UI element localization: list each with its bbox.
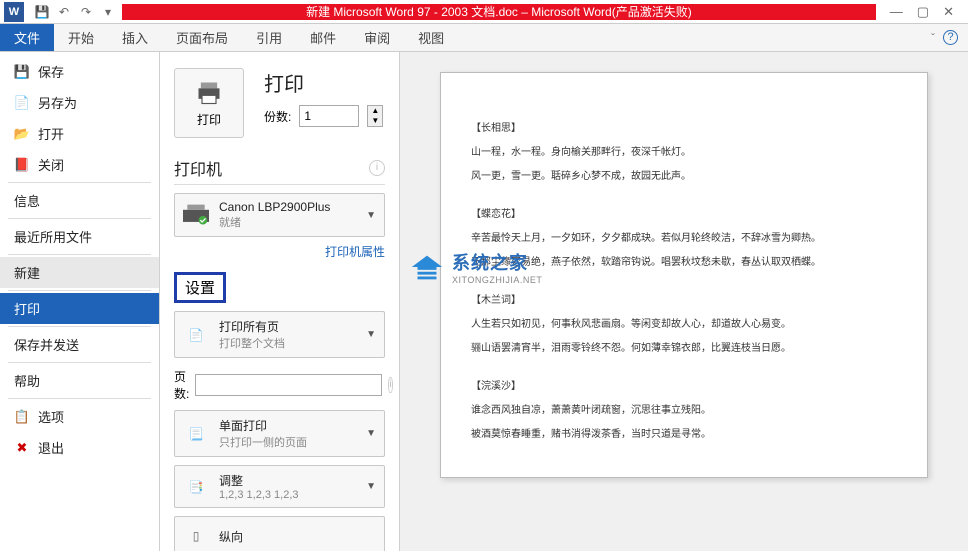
printer-icon — [195, 79, 223, 107]
tab-mailings[interactable]: 邮件 — [296, 24, 350, 51]
minimize-button[interactable]: — — [890, 4, 903, 20]
printer-section-title: 打印机i — [174, 156, 385, 180]
tab-references[interactable]: 引用 — [242, 24, 296, 51]
sidebar-close[interactable]: 📕关闭 — [0, 149, 159, 180]
printer-properties-link[interactable]: 打印机属性 — [174, 243, 385, 260]
sidebar-help[interactable]: 帮助 — [0, 365, 159, 396]
sidebar-exit[interactable]: ✖退出 — [0, 432, 159, 463]
pages-label: 页数: — [174, 368, 189, 402]
printer-status: 就绪 — [219, 214, 356, 230]
print-range-dropdown[interactable]: 📄 打印所有页 打印整个文档 ▼ — [174, 311, 385, 358]
sidebar-print[interactable]: 打印 — [0, 293, 159, 324]
tab-file[interactable]: 文件 — [0, 24, 54, 51]
window-title: 新建 Microsoft Word 97 - 2003 文档.doc – Mic… — [122, 4, 876, 20]
sidebar-save[interactable]: 💾保存 — [0, 56, 159, 87]
help-icon[interactable]: ? — [943, 30, 958, 45]
maximize-button[interactable]: ▢ — [917, 4, 929, 20]
collate-dropdown[interactable]: 📑 调整 1,2,3 1,2,3 1,2,3 ▼ — [174, 465, 385, 508]
qat-more-icon[interactable]: ▾ — [100, 4, 116, 20]
collate-icon: 📑 — [183, 474, 209, 500]
info-icon[interactable]: i — [369, 160, 385, 176]
ribbon-minimize-icon[interactable]: ˇ — [931, 31, 935, 45]
settings-section-title: 设置 — [174, 272, 226, 303]
printer-name: Canon LBP2900Plus — [219, 200, 356, 214]
one-side-icon: 📃 — [183, 421, 209, 447]
info-icon[interactable]: i — [388, 377, 392, 393]
print-preview: 【长相思】 山一程，水一程。身向榆关那畔行，夜深千帐灯。 风一更，雪一更。聒碎乡… — [400, 52, 968, 551]
tab-view[interactable]: 视图 — [404, 24, 458, 51]
pages-input[interactable] — [195, 374, 382, 396]
redo-icon[interactable]: ↷ — [78, 4, 94, 20]
save-icon[interactable]: 💾 — [34, 4, 50, 20]
quick-access-toolbar: 💾 ↶ ↷ ▾ — [28, 4, 122, 20]
pages-icon: 📄 — [183, 322, 209, 348]
sidebar-new[interactable]: 新建 — [0, 257, 159, 288]
print-button[interactable]: 打印 — [174, 68, 244, 138]
ribbon-tabs: 文件 开始 插入 页面布局 引用 邮件 审阅 视图 ˇ ? — [0, 24, 968, 52]
copies-input[interactable] — [299, 105, 359, 127]
orientation-dropdown[interactable]: ▯ 纵向 — [174, 516, 385, 551]
word-app-icon: W — [4, 2, 24, 22]
copies-label: 份数: — [264, 108, 291, 125]
chevron-down-icon: ▼ — [366, 329, 376, 340]
title-bar: W 💾 ↶ ↷ ▾ 新建 Microsoft Word 97 - 2003 文档… — [0, 0, 968, 24]
close-button[interactable]: ✕ — [943, 4, 954, 20]
sidebar-recent[interactable]: 最近所用文件 — [0, 221, 159, 252]
tab-layout[interactable]: 页面布局 — [162, 24, 242, 51]
folder-open-icon: 📂 — [14, 126, 30, 142]
print-settings-panel: 打印 打印 份数: ▲▼ 打印机i Canon LBP2900Plus 就绪 ▼ — [160, 52, 400, 551]
sidebar-open[interactable]: 📂打开 — [0, 118, 159, 149]
backstage-sidebar: 💾保存 📄另存为 📂打开 📕关闭 信息 最近所用文件 新建 打印 保存并发送 帮… — [0, 52, 160, 551]
sidebar-send[interactable]: 保存并发送 — [0, 329, 159, 360]
save-as-icon: 📄 — [14, 95, 30, 111]
portrait-icon: ▯ — [183, 523, 209, 549]
print-button-label: 打印 — [197, 111, 221, 128]
close-doc-icon: 📕 — [14, 157, 30, 173]
undo-icon[interactable]: ↶ — [56, 4, 72, 20]
printer-dropdown[interactable]: Canon LBP2900Plus 就绪 ▼ — [174, 193, 385, 237]
copies-spinner[interactable]: ▲▼ — [367, 105, 383, 127]
tab-home[interactable]: 开始 — [54, 24, 108, 51]
sidebar-options[interactable]: 📋选项 — [0, 401, 159, 432]
printer-device-icon — [183, 202, 209, 228]
chevron-down-icon: ▼ — [366, 210, 376, 221]
tab-insert[interactable]: 插入 — [108, 24, 162, 51]
chevron-down-icon: ▼ — [366, 481, 376, 492]
sidebar-save-as[interactable]: 📄另存为 — [0, 87, 159, 118]
options-icon: 📋 — [14, 409, 30, 425]
print-title: 打印 — [264, 68, 385, 97]
print-side-dropdown[interactable]: 📃 单面打印 只打印一侧的页面 ▼ — [174, 410, 385, 457]
exit-icon: ✖ — [14, 440, 30, 456]
chevron-down-icon: ▼ — [366, 428, 376, 439]
window-controls: — ▢ ✕ — [876, 4, 968, 20]
tab-review[interactable]: 审阅 — [350, 24, 404, 51]
save-disk-icon: 💾 — [14, 64, 30, 80]
sidebar-info[interactable]: 信息 — [0, 185, 159, 216]
preview-page: 【长相思】 山一程，水一程。身向榆关那畔行，夜深千帐灯。 风一更，雪一更。聒碎乡… — [440, 72, 928, 478]
